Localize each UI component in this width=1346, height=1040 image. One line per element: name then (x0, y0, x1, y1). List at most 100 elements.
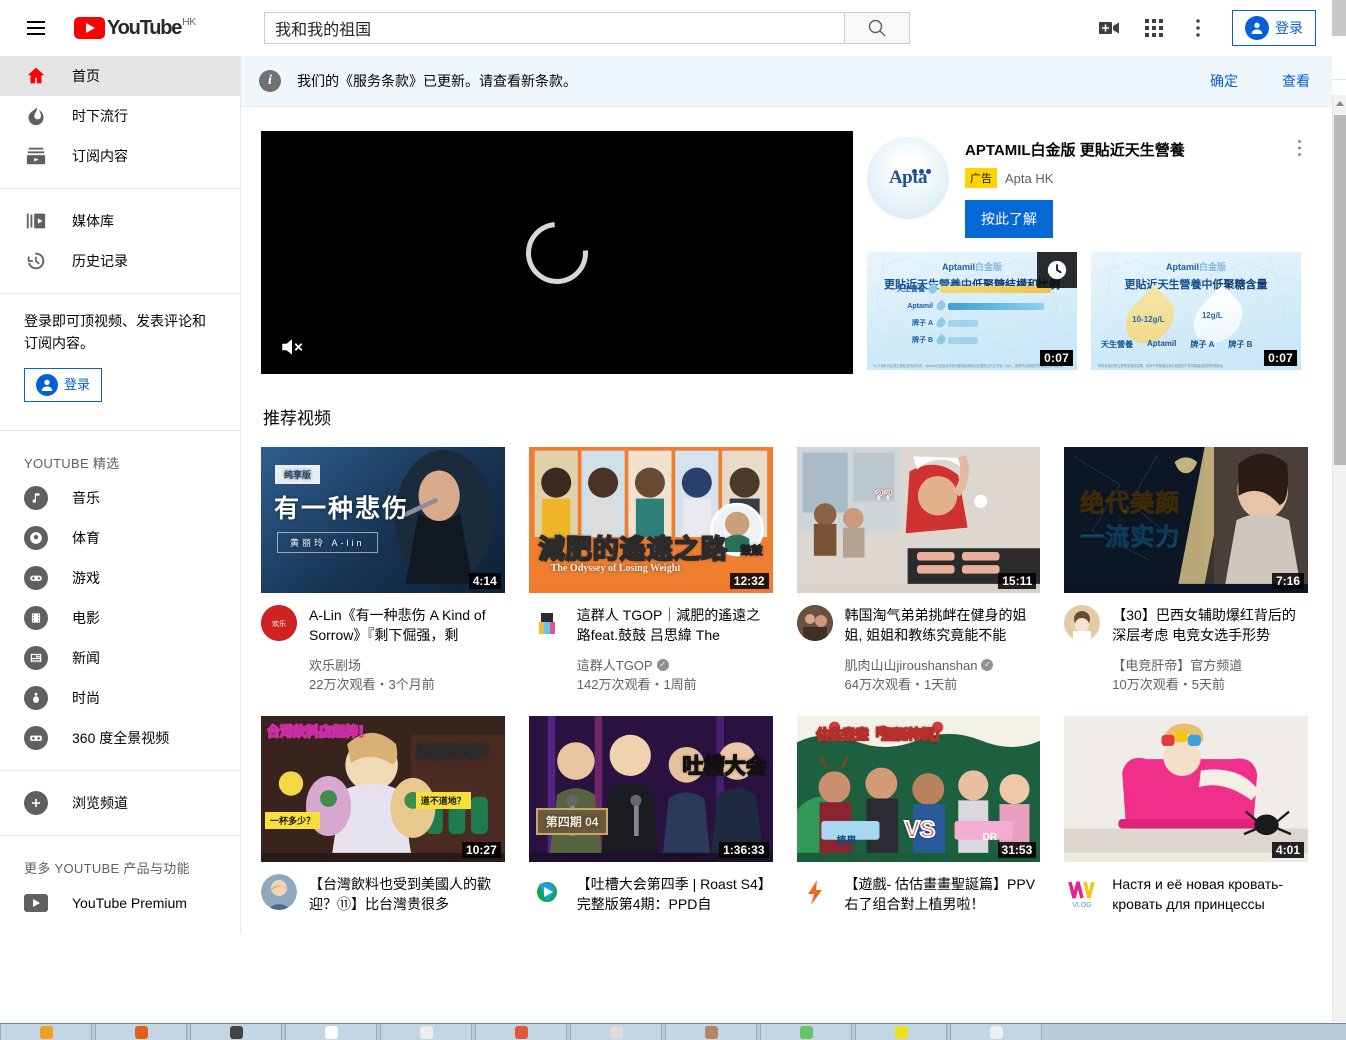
video-card[interactable]: 纯享版 有一种悲伤 黄丽玲 A-lin 4:14 欢乐 A-Lin《有 (261, 447, 505, 694)
scrollbar-thumb[interactable] (1334, 115, 1346, 465)
video-title[interactable]: 【遊戲- 估估畫畫聖誕篇】PPV右了组合對上植男啦！ (845, 876, 1036, 912)
youtube-play-icon (74, 17, 105, 39)
music-note-icon (24, 486, 48, 510)
channel-avatar[interactable] (261, 874, 297, 910)
video-channel[interactable]: 欢乐剧场 (309, 655, 505, 674)
youtube-logo[interactable]: YouTube HK (74, 17, 196, 39)
muted-speaker-icon[interactable] (279, 334, 305, 360)
taskbar-item[interactable] (950, 1024, 1042, 1040)
video-thumbnail[interactable]: 估估畫畫「聖誕特輯」 VS 植男 DR 31:53 (797, 716, 1041, 862)
scrollbar-up-arrow[interactable] (1333, 95, 1346, 112)
video-thumbnail[interactable]: 绝代美颜 一流实力 7:16 (1064, 447, 1308, 593)
ad-more-vertical-icon[interactable] (1291, 137, 1308, 238)
taskbar-item[interactable] (380, 1024, 472, 1040)
thumb-art (1064, 716, 1308, 853)
create-video-icon[interactable] (1090, 8, 1130, 48)
video-thumbnail[interactable]: 4:01 (1064, 716, 1308, 862)
apps-grid-icon[interactable] (1134, 8, 1174, 48)
sidebar-item-history[interactable]: 历史记录 (0, 241, 240, 281)
video-card[interactable]: 減肥的遙遠之路 The Odyssey of Losing Weight 鼓鼓 … (529, 447, 773, 694)
ad-byline: 广告 Apta HK (965, 168, 1291, 188)
sidebar-item-library[interactable]: 媒体库 (0, 201, 240, 241)
video-title[interactable]: 韩国淘气弟弟挑衅在健身的姐姐, 姐姐和教练究竟能不能 (845, 607, 1027, 643)
sidebar-item-subscriptions[interactable]: 订阅内容 (0, 136, 240, 176)
video-channel[interactable]: 【电竞肝帝】官方频道 (1112, 655, 1308, 674)
sidebar-item-home[interactable]: 首页 (0, 56, 240, 96)
ad-cta-button[interactable]: 按此了解 (965, 200, 1053, 238)
video-duration: 4:01 (1272, 842, 1304, 858)
taskbar-item[interactable] (665, 1024, 757, 1040)
sidebar-item-youtube-premium[interactable]: YouTube Premium (0, 883, 240, 923)
video-title[interactable]: 【台灣飲料也受到美國人的歡迎？⑪】比台灣贵很多 (309, 876, 491, 912)
notice-confirm-button[interactable]: 确定 (1210, 71, 1238, 91)
guide-menu-icon[interactable] (16, 8, 56, 48)
video-thumbnail[interactable]: 減肥的遙遠之路 The Odyssey of Losing Weight 鼓鼓 … (529, 447, 773, 593)
video-card[interactable]: ?? 15:11 韩国淘气弟弟挑衅在健身的姐姐, 姐姐和教练究竟能不能 肌肉山山… (797, 447, 1041, 694)
verified-badge-icon (981, 659, 993, 671)
taskbar-item[interactable] (760, 1024, 852, 1040)
channel-avatar[interactable] (1064, 605, 1100, 641)
video-channel[interactable]: 肌肉山山jiroushanshan (845, 655, 1041, 674)
sidebar-item-trending[interactable]: 时下流行 (0, 96, 240, 136)
video-channel[interactable]: 這群人TGOP (577, 655, 773, 674)
ad-thumb-1-clock-icon (1037, 252, 1077, 288)
channel-avatar[interactable]: VLOG (1064, 874, 1100, 910)
ad-thumbnail-2[interactable]: Aptamil白金版 更貼近天生營養中低聚糖含量 10-12g/L (1091, 252, 1301, 370)
sidebar-item-movies[interactable]: 电影 (0, 598, 240, 638)
library-icon (24, 209, 48, 233)
taskbar-item[interactable] (570, 1024, 662, 1040)
video-card[interactable]: 台灣飲料店超棒！ 美國的呢？ 一杯多少？ 道不道地？ 10:27 (261, 716, 505, 914)
taskbar-item[interactable] (0, 1024, 92, 1040)
video-duration: 10:27 (462, 842, 501, 858)
sidebar-item-home-label: 首页 (72, 66, 100, 86)
youtube-search-input[interactable] (264, 12, 844, 44)
taskbar-item[interactable] (285, 1024, 377, 1040)
video-title[interactable]: 【吐槽大会第四季 | Roast S4】完整版第4期：PPD自 (577, 876, 772, 912)
video-stats: 64万次观看・1天前 (845, 677, 958, 692)
video-thumbnail[interactable]: 第四期 04 吐槽大会 1:36:33 (529, 716, 773, 862)
video-title[interactable]: 【30】巴西女辅助爆红背后的深层考虑 电竞女选手形势 (1112, 607, 1296, 643)
channel-avatar[interactable] (797, 605, 833, 641)
video-card[interactable]: 第四期 04 吐槽大会 1:36:33 【吐槽大会第四季 | Roast S4】… (529, 716, 773, 914)
more-vertical-icon[interactable] (1178, 8, 1218, 48)
video-thumbnail[interactable]: 台灣飲料店超棒！ 美國的呢？ 一杯多少？ 道不道地？ 10:27 (261, 716, 505, 862)
taskbar-item[interactable] (855, 1024, 947, 1040)
channel-avatar[interactable] (529, 874, 565, 910)
page-scrollbar[interactable] (1332, 95, 1346, 1022)
video-card[interactable]: 绝代美颜 一流实力 7:16 【30】巴西女辅助爆红背后的深层考虑 电竞女选手形… (1064, 447, 1308, 694)
video-card[interactable]: 4:01 VLOG Настя и её новая кровать-крова… (1064, 716, 1308, 914)
sidebar-item-fashion[interactable]: 时尚 (0, 678, 240, 718)
sidebar-item-sports[interactable]: 体育 (0, 518, 240, 558)
channel-avatar[interactable] (797, 874, 833, 910)
fashion-icon (24, 686, 48, 710)
ad-thumbnail-1[interactable]: Aptamil白金版 更貼近天生營養中低聚糖結構和比例 天生營養 Aptamil… (867, 252, 1077, 370)
gaming-controller-icon (24, 566, 48, 590)
video-title[interactable]: Настя и её новая кровать-кровать для при… (1112, 876, 1283, 912)
notice-view-button[interactable]: 查看 (1282, 71, 1310, 91)
taskbar-item[interactable] (95, 1024, 187, 1040)
video-duration: 15:11 (998, 573, 1036, 589)
ad-title[interactable]: APTAMIL白金版 更貼近天生營養 (965, 141, 1291, 161)
ad-meta: APTAMIL白金版 更貼近天生營養 广告 Apta HK 按此了解 (965, 137, 1291, 238)
video-player[interactable] (261, 131, 853, 374)
sidebar-item-360-video[interactable]: 360 度全景视频 (0, 718, 240, 758)
video-card[interactable]: 估估畫畫「聖誕特輯」 VS 植男 DR 31:53 (797, 716, 1041, 914)
sidebar-item-gaming[interactable]: 游戏 (0, 558, 240, 598)
recommended-section-title: 推荐视频 (263, 404, 1308, 429)
sidebar-item-news[interactable]: 新闻 (0, 638, 240, 678)
taskbar-item[interactable] (190, 1024, 282, 1040)
video-title[interactable]: A-Lin《有一种悲伤 A Kind of Sorrow》『剩下倔强，剩 (309, 607, 486, 643)
sidebar-item-music[interactable]: 音乐 (0, 478, 240, 518)
sidebar-sign-in-button[interactable]: 登录 (24, 368, 102, 402)
taskbar-item[interactable] (475, 1024, 567, 1040)
channel-avatar[interactable]: 欢乐 (261, 605, 297, 641)
masthead-ad: Apta APTAMIL白金版 更貼近天生營養 广告 Apta HK (867, 131, 1308, 374)
sign-in-button[interactable]: 登录 (1232, 10, 1316, 46)
ad-header: Apta APTAMIL白金版 更貼近天生營養 广告 Apta HK (867, 131, 1308, 238)
video-thumbnail[interactable]: 纯享版 有一种悲伤 黄丽玲 A-lin 4:14 (261, 447, 505, 593)
channel-avatar[interactable] (529, 605, 565, 641)
sidebar-item-browse-channels[interactable]: 浏览频道 (0, 783, 240, 823)
video-thumbnail[interactable]: ?? 15:11 (797, 447, 1041, 593)
video-title[interactable]: 這群人 TGOP｜減肥的遙遠之路feat.鼓鼓 吕思緯 The (577, 607, 761, 643)
youtube-search-button[interactable] (844, 12, 910, 44)
